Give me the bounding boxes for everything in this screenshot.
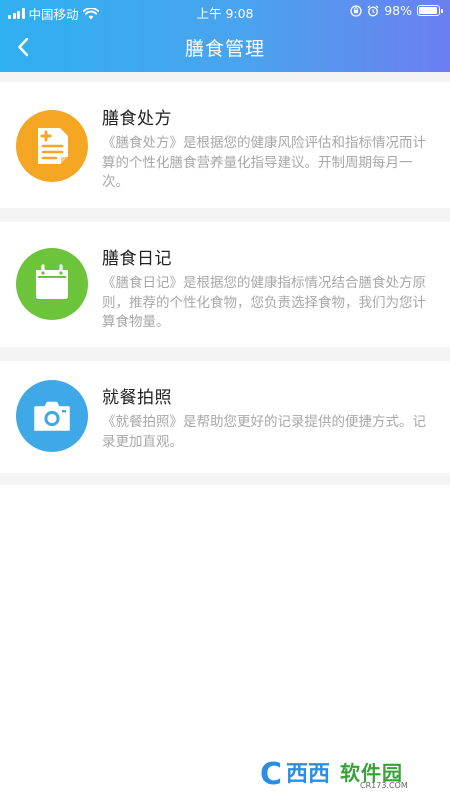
rotation-lock-icon <box>350 4 362 17</box>
card-meal-photo[interactable]: 就餐拍照 《就餐拍照》是帮助您更好的记录提供的便捷方式。记录更加直观。 <box>0 361 450 473</box>
status-bar: 中国移动 上午 9:08 98% <box>0 0 450 22</box>
section-gap <box>0 72 450 82</box>
prescription-document-icon <box>16 110 88 182</box>
battery-percent: 98% <box>384 3 412 18</box>
card-title: 膳食日记 <box>102 249 172 269</box>
nav-bar: 膳食管理 <box>0 22 450 72</box>
card-title: 膳食处方 <box>102 109 172 129</box>
section-gap <box>0 347 450 361</box>
card-diet-prescription[interactable]: 膳食处方 《膳食处方》是根据您的健康风险评估和指标情况而计算的个性化膳食营养量化… <box>0 82 450 208</box>
card-description: 《就餐拍照》是帮助您更好的记录提供的便捷方式。记录更加直观。 <box>102 414 426 450</box>
battery-fill <box>419 7 437 14</box>
alarm-icon <box>367 5 379 16</box>
status-right: 98% <box>350 3 443 18</box>
card-diet-diary[interactable]: 膳食日记 《膳食日记》是根据您的健康指标情况结合膳食处方原则，推荐的个性化食物，… <box>0 222 450 347</box>
battery-icon <box>417 5 443 16</box>
watermark-brand-main: 西西 <box>286 762 331 787</box>
camera-icon <box>16 380 88 452</box>
watermark-url: CR173.COM <box>360 781 408 790</box>
page-title: 膳食管理 <box>184 38 265 60</box>
card-title: 就餐拍照 <box>102 388 172 408</box>
calendar-icon <box>16 248 88 320</box>
card-description: 《膳食日记》是根据您的健康指标情况结合膳食处方原则，推荐的个性化食物，您负责选择… <box>102 275 426 330</box>
watermark-logo: C 西西 软件园 CR173.COM <box>260 758 438 792</box>
watermark-c-glyph: C <box>260 757 283 792</box>
section-gap <box>0 208 450 222</box>
section-gap <box>0 473 450 485</box>
card-description: 《膳食处方》是根据您的健康风险评估和指标情况而计算的个性化膳食营养量化指导建议。… <box>102 135 426 190</box>
header: 中国移动 上午 9:08 98% 膳食管理 <box>0 0 450 72</box>
